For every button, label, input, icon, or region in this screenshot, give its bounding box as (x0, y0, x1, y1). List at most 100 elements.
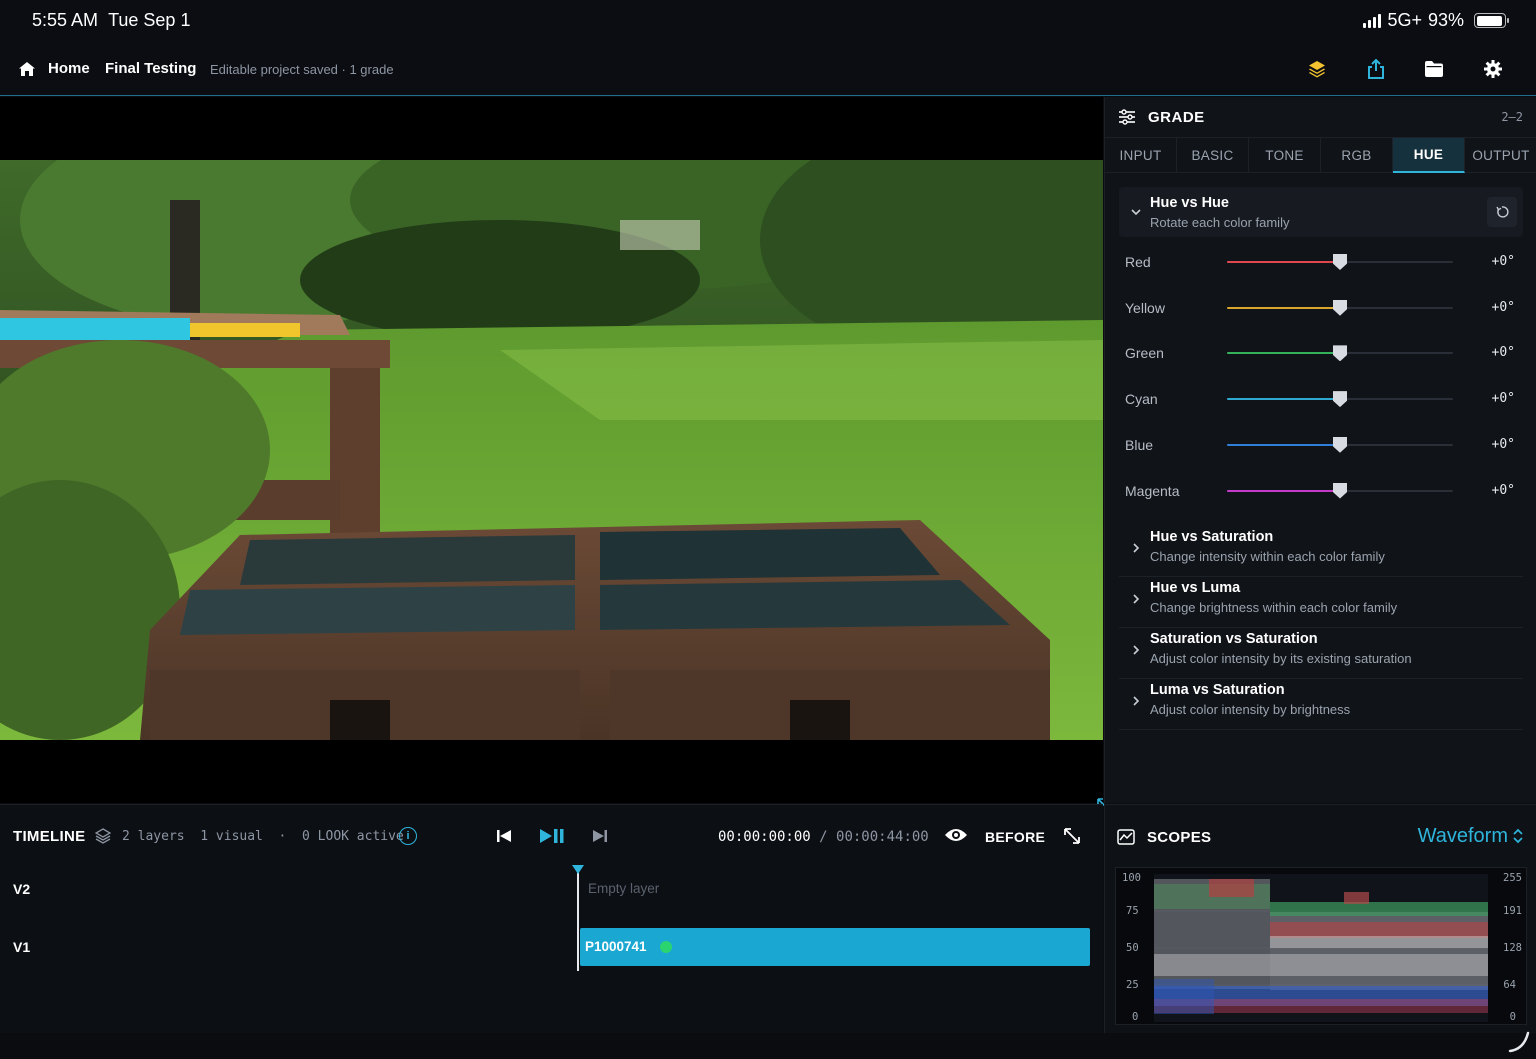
tab-input[interactable]: INPUT (1105, 138, 1177, 173)
layers-icon[interactable] (1305, 57, 1329, 81)
corner-resize-handle[interactable] (1508, 1031, 1530, 1053)
info-icon[interactable]: i (399, 827, 417, 845)
network-label: 5G+ (1387, 10, 1422, 30)
tab-hue[interactable]: HUE (1393, 138, 1465, 173)
slider-thumb[interactable] (1333, 482, 1347, 499)
grade-header: GRADE 2–2 (1105, 97, 1536, 137)
skip-to-start-button[interactable] (492, 825, 516, 847)
timeline-header: TIMELINE 2 layers 1 visual · 0 LOOK acti… (0, 805, 1103, 865)
status-indicators: 5G+ 93% (1363, 10, 1509, 31)
slider-row-blue: Blue +0° (1125, 430, 1521, 460)
timeline-panel: TIMELINE 2 layers 1 visual · 0 LOOK acti… (0, 804, 1103, 1033)
skip-to-end-button[interactable] (588, 825, 612, 847)
section-subtitle: Change intensity within each color famil… (1150, 549, 1385, 564)
expand-icon[interactable] (1063, 827, 1081, 845)
skip-forward-icon (593, 830, 607, 842)
track-label-v1: V1 (13, 939, 31, 955)
home-icon[interactable] (17, 59, 37, 79)
section-title: Saturation vs Saturation (1150, 631, 1318, 647)
tab-tone[interactable]: TONE (1249, 138, 1321, 173)
grade-panel: GRADE 2–2 INPUT BASIC TONE RGB HUE OUTPU… (1104, 97, 1536, 803)
axis-right-128: 128 (1503, 942, 1522, 954)
project-title[interactable]: Final Testing (105, 60, 196, 77)
battery-percent: 93% (1427, 10, 1464, 30)
timecode-display: 00:00:00:00 / 00:00:44:00 (718, 829, 929, 845)
axis-right-191: 191 (1503, 905, 1522, 917)
slider-value: +0° (1491, 391, 1515, 407)
tab-rgb[interactable]: RGB (1321, 138, 1393, 173)
slider-fill (1227, 306, 1340, 309)
slider-fill (1227, 443, 1340, 446)
slider-label: Yellow (1125, 299, 1165, 316)
before-toggle[interactable]: BEFORE (985, 829, 1045, 845)
waveform-graph (1154, 874, 1488, 1022)
slider-value: +0° (1491, 299, 1515, 315)
eye-icon[interactable] (944, 827, 968, 843)
hue-vs-luma-section[interactable]: Hue vs Luma Change brightness within eac… (1119, 578, 1523, 628)
playhead[interactable] (572, 865, 584, 971)
axis-left-0: 0 (1132, 1011, 1139, 1023)
slider-fill (1227, 352, 1340, 355)
settings-gear-icon[interactable] (1481, 57, 1505, 81)
timeline-clip[interactable]: P1000741 (580, 928, 1090, 966)
axis-left-75: 75 (1126, 905, 1139, 917)
section-title: Hue vs Saturation (1150, 529, 1274, 545)
hue-vs-saturation-section[interactable]: Hue vs Saturation Change intensity withi… (1119, 527, 1523, 577)
slider-thumb[interactable] (1333, 391, 1347, 408)
slider-value: +0° (1491, 436, 1515, 452)
chevron-right-icon (1133, 543, 1140, 553)
chevron-updown-icon[interactable] (1512, 827, 1524, 845)
axis-left-100: 100 (1122, 872, 1141, 884)
chevron-down-icon (1131, 209, 1141, 216)
grade-range: 2–2 (1501, 110, 1523, 124)
section-title: Hue vs Hue (1150, 195, 1229, 211)
home-link[interactable]: Home (48, 60, 90, 77)
battery-icon (1474, 13, 1509, 28)
chevron-right-icon (1133, 645, 1140, 655)
luma-vs-saturation-section[interactable]: Luma vs Saturation Adjust color intensit… (1119, 680, 1523, 730)
scopes-title: SCOPES (1147, 829, 1212, 846)
axis-left-25: 25 (1126, 979, 1139, 991)
bottom-safe-area (0, 1033, 1536, 1059)
saturation-vs-saturation-section[interactable]: Saturation vs Saturation Adjust color in… (1119, 629, 1523, 679)
timecode-separator: / (810, 829, 837, 845)
scope-mode-select[interactable]: Waveform (1418, 825, 1508, 848)
slider-cyan[interactable] (1227, 391, 1453, 408)
slider-thumb[interactable] (1333, 299, 1347, 316)
slider-label: Blue (1125, 436, 1154, 453)
section-subtitle: Rotate each color family (1150, 215, 1290, 230)
folder-icon[interactable] (1422, 57, 1446, 81)
axis-right-255: 255 (1503, 872, 1522, 884)
tab-output[interactable]: OUTPUT (1465, 138, 1536, 173)
slider-row-cyan: Cyan +0° (1125, 384, 1521, 414)
timecode-current: 00:00:00:00 (718, 829, 811, 845)
slider-thumb[interactable] (1333, 345, 1347, 362)
section-subtitle: Adjust color intensity by brightness (1150, 702, 1351, 717)
slider-magenta[interactable] (1227, 482, 1453, 499)
scope-icon (1117, 829, 1135, 845)
axis-right-0: 0 (1509, 1011, 1516, 1023)
play-pause-button[interactable] (538, 825, 566, 847)
project-save-status: Editable project saved · 1 grade (210, 62, 394, 77)
reset-button[interactable] (1487, 197, 1517, 227)
slider-thumb[interactable] (1333, 436, 1347, 453)
status-time: 5:55 AM Tue Sep 1 (32, 10, 191, 30)
slider-yellow[interactable] (1227, 299, 1453, 316)
tab-basic[interactable]: BASIC (1177, 138, 1249, 173)
slider-red[interactable] (1227, 254, 1453, 270)
slider-thumb[interactable] (1333, 254, 1347, 270)
signal-icon (1363, 13, 1382, 28)
axis-right-64: 64 (1503, 979, 1516, 991)
slider-green[interactable] (1227, 345, 1453, 362)
video-viewer[interactable] (0, 97, 1103, 803)
slider-blue[interactable] (1227, 436, 1453, 453)
slider-fill (1227, 398, 1340, 401)
timeline-meta: 2 layers 1 visual · 0 LOOK active (122, 829, 404, 844)
clip-status-dot (660, 941, 672, 953)
slider-value: +0° (1491, 482, 1515, 498)
chevron-right-icon (1133, 696, 1140, 706)
axis-left-50: 50 (1126, 942, 1139, 954)
hue-vs-hue-section-header[interactable]: Hue vs Hue Rotate each color family (1119, 187, 1523, 237)
share-icon[interactable] (1364, 57, 1388, 81)
slider-fill (1227, 489, 1340, 492)
